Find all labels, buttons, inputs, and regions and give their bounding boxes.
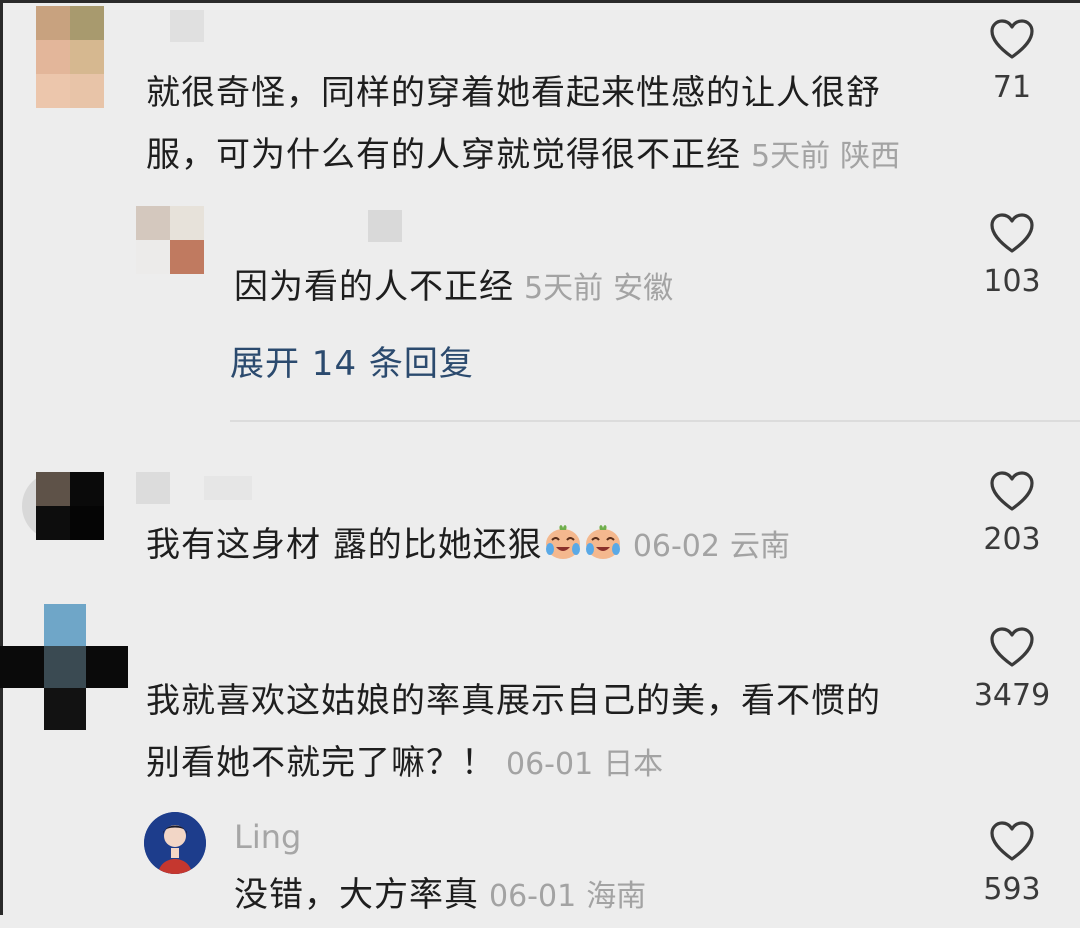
comment-time: 06-02 [632,529,720,564]
reply-avatar[interactable] [144,812,206,874]
comment-time: 06-01 [506,747,594,782]
comment-text: 我就喜欢这姑娘的率真展示自己的美，看不惯的 别看她不就完了嘛？！ 06-01 日本 [146,681,881,783]
avatar[interactable] [22,472,104,540]
reply-text: 没错，大方率真 06-01 海南 [234,875,647,915]
avatar-illustration [144,812,206,874]
heart-outline-icon [990,213,1034,253]
expand-replies-link[interactable]: 展开 14 条回复 [230,336,474,385]
heart-outline-icon [990,627,1034,667]
comment-location: 云南 [730,529,790,564]
username-redacted [170,10,204,42]
crying-laughing-face-icon [543,525,583,565]
like-button[interactable]: 71 [957,18,1067,105]
username-redacted [136,472,170,504]
avatar[interactable] [0,604,128,730]
crying-laughing-face-icon [583,525,623,565]
reply-username[interactable]: Ling [234,818,301,856]
reply-like-button[interactable]: 103 [957,212,1067,299]
comment-time: 5天前 [751,139,831,174]
comment-text: 我有这身材 露的比她还狠 06-02 云南 [146,525,790,565]
reply-avatar[interactable] [136,206,204,274]
like-count: 103 [983,264,1041,299]
divider [230,420,1080,422]
username-redacted [204,476,252,500]
reply-time: 5天前 [524,271,604,306]
frame-top-edge [0,0,1080,3]
heart-outline-icon [990,471,1034,511]
reply-username-redacted [368,210,402,242]
reply-like-button[interactable]: 593 [957,820,1067,907]
heart-outline-icon [990,821,1034,861]
like-count: 593 [983,872,1041,907]
reply-time: 06-01 [489,879,577,914]
comment-location: 日本 [603,747,664,782]
comment-location: 陕西 [840,139,901,174]
reply-location: 安徽 [613,271,674,306]
reply-text: 因为看的人不正经 5天前 安徽 [234,267,674,307]
like-count: 203 [983,522,1041,557]
heart-outline-icon [990,19,1034,59]
like-count: 71 [992,70,1032,105]
like-count: 3479 [973,678,1051,713]
frame-left-edge [0,0,3,915]
like-button[interactable]: 203 [957,470,1067,557]
reply-location: 海南 [586,879,647,914]
comment-text: 就很奇怪，同样的穿着她看起来性感的让人很舒 服，可为什么有的人穿就觉得很不正经 5… [146,73,901,175]
like-button[interactable]: 3479 [957,626,1067,713]
avatar[interactable] [36,6,104,108]
